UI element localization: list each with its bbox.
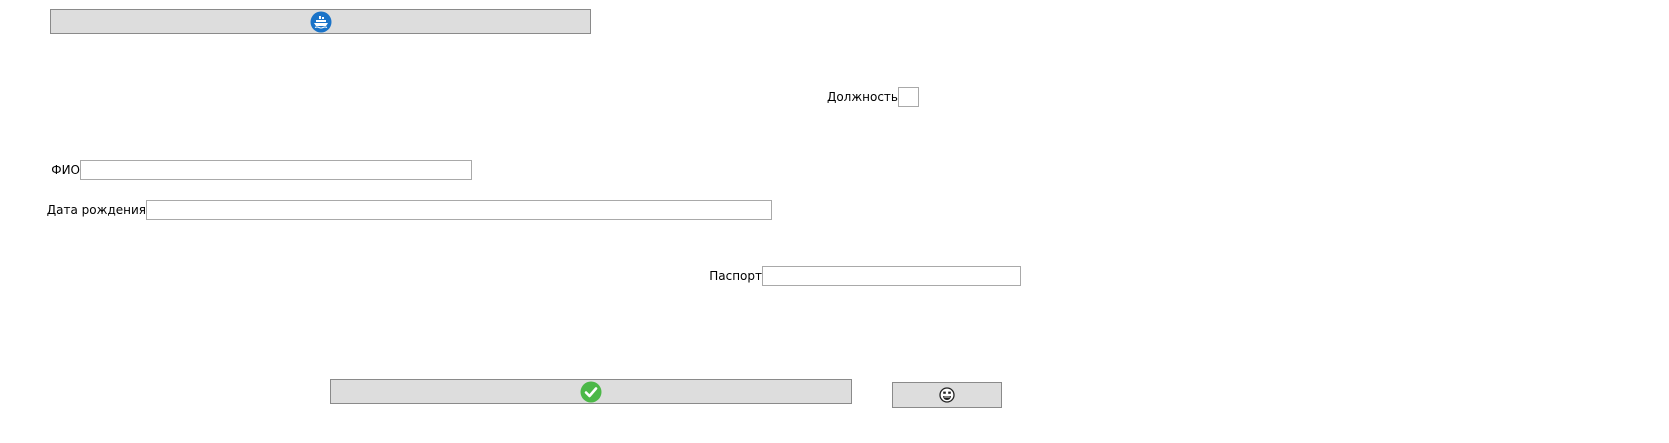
passport-field[interactable] xyxy=(762,266,1021,286)
birthdate-label: Дата рождения xyxy=(46,203,146,217)
birthdate-field[interactable] xyxy=(146,200,772,220)
secondary-button[interactable] xyxy=(892,382,1002,408)
fio-field[interactable] xyxy=(80,160,472,180)
position-field[interactable] xyxy=(898,87,919,107)
fio-label: ФИО xyxy=(51,163,80,177)
confirm-button[interactable] xyxy=(330,379,852,404)
passport-label: Паспорт xyxy=(709,269,762,283)
check-circle-icon xyxy=(580,381,602,403)
position-label: Должность xyxy=(826,90,898,104)
top-action-button[interactable] xyxy=(50,9,591,34)
smiley-face-icon xyxy=(939,387,955,403)
ship-refresh-icon xyxy=(310,11,332,33)
